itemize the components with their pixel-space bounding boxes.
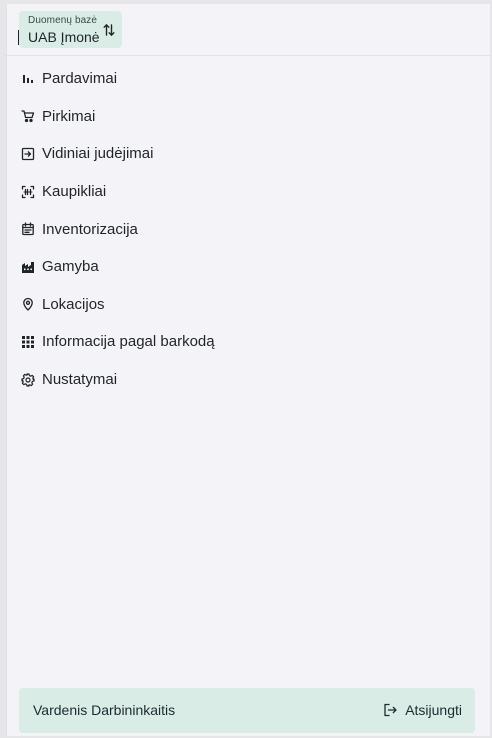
header-divider xyxy=(7,55,490,56)
gear-icon xyxy=(21,372,35,387)
nav-item-label: Nustatymai xyxy=(42,371,118,389)
nav-item-vidiniai-judejimai[interactable]: Vidiniai judėjimai xyxy=(7,135,490,173)
nav-item-kaupikliai[interactable]: Kaupikliai xyxy=(7,173,490,211)
grid-icon xyxy=(21,335,35,349)
nav-item-informacija-pagal-barkoda[interactable]: Informacija pagal barkodą xyxy=(7,323,490,361)
nav-item-label: Pirkimai xyxy=(42,107,96,125)
shopping-cart-icon xyxy=(21,109,35,123)
database-label: Duomenų bazė xyxy=(28,15,98,26)
nav-item-nustatymai[interactable]: Nustatymai xyxy=(7,361,490,399)
sidebar-panel: Duomenų bazė UAB Įmonė Pardavimai Pirkim… xyxy=(6,4,490,736)
nav-item-label: Kaupikliai xyxy=(42,183,107,201)
factory-icon xyxy=(21,260,35,274)
nav-item-gamyba[interactable]: Gamyba xyxy=(7,248,490,286)
database-switcher[interactable]: Duomenų bazė UAB Įmonė xyxy=(18,11,122,48)
nav-item-label: Gamyba xyxy=(42,258,99,276)
logout-icon xyxy=(384,703,397,717)
nav-item-label: Inventorizacija xyxy=(42,220,138,238)
user-footer: Vardenis Darbininkaitis Atsijungti xyxy=(19,688,475,733)
swap-vertical-icon[interactable] xyxy=(103,23,115,37)
nav-item-pardavimai[interactable]: Pardavimai xyxy=(7,60,490,98)
barcode-scanner-icon xyxy=(21,185,35,199)
login-icon xyxy=(21,147,35,161)
bar-chart-icon xyxy=(21,72,35,86)
user-name: Vardenis Darbininkaitis xyxy=(33,702,176,718)
main-navigation: Pardavimai Pirkimai Vidiniai judėjimai K… xyxy=(7,60,490,398)
nav-item-label: Pardavimai xyxy=(42,70,118,88)
location-pin-icon xyxy=(21,297,35,312)
logout-button[interactable]: Atsijungti xyxy=(383,698,462,722)
nav-item-label: Vidiniai judėjimai xyxy=(42,145,154,163)
calendar-icon xyxy=(21,222,35,236)
nav-item-lokacijos[interactable]: Lokacijos xyxy=(7,286,490,324)
nav-item-label: Lokacijos xyxy=(42,295,105,313)
nav-item-label: Informacija pagal barkodą xyxy=(42,333,215,351)
text-caret xyxy=(18,30,19,45)
nav-item-pirkimai[interactable]: Pirkimai xyxy=(7,98,490,136)
nav-item-inventorizacija[interactable]: Inventorizacija xyxy=(7,210,490,248)
logout-label: Atsijungti xyxy=(405,702,462,718)
database-value: UAB Įmonė xyxy=(28,29,100,45)
